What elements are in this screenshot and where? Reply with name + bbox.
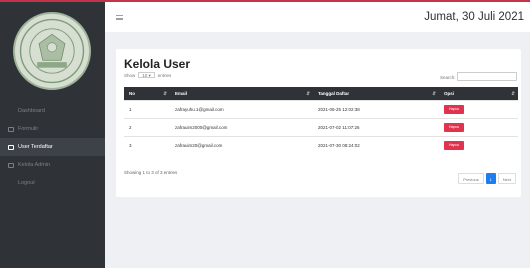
table-row: 2 zafrauim2000@gmail.com 2021-07-02 11:0…: [124, 117, 518, 136]
cell-no: 3: [124, 135, 170, 154]
table-row: 1 zafrayuhu.1@gmail.com 2021-06-25 12:02…: [124, 99, 518, 118]
sidebar-item-label: Dashboard: [18, 108, 45, 114]
cell-action: Hapus: [439, 117, 518, 136]
sidebar-item-label: Formulir: [18, 126, 39, 132]
entries-select[interactable]: 10 ▾: [138, 72, 155, 78]
sort-icon: ⇵: [163, 91, 167, 96]
sidebar-item-dashboard[interactable]: Dashboard: [0, 102, 105, 120]
cell-no: 1: [124, 99, 170, 118]
entries-length-control: Show 10 ▾ entries: [124, 72, 171, 78]
column-label: No: [129, 90, 135, 96]
sidebar-item-label: User Terdaftar: [18, 144, 53, 150]
search-input[interactable]: [457, 72, 517, 81]
kelola-user-card: Kelola User Show 10 ▾ entries Search: No…: [116, 49, 521, 197]
sidebar-item-logout[interactable]: Logout: [0, 174, 105, 192]
sidebar-item-label: Kelola Admin: [18, 162, 51, 168]
sidebar-item-user-terdaftar[interactable]: User Terdaftar: [0, 138, 105, 156]
table-info: Showing 1 to 3 of 3 entries: [124, 170, 178, 175]
list-icon: [8, 144, 14, 150]
pagination-previous[interactable]: Previous: [458, 173, 484, 184]
entries-label: entries: [157, 72, 172, 78]
sort-icon: ⇵: [306, 91, 310, 96]
cell-date: 2021-07-02 11:07:26: [313, 117, 439, 136]
current-date: Jumat, 30 Juli 2021: [424, 11, 524, 23]
users-table: No ⇵ Email ⇵ Tanggal Daftar ⇵ Opsi ⇵ 1 zafra…: [124, 87, 518, 154]
cell-email: zafrayuhu.1@gmail.com: [170, 99, 313, 118]
delete-button[interactable]: Hapus: [444, 104, 464, 114]
delete-button[interactable]: Hapus: [444, 140, 464, 150]
cell-date: 2021-07-30 08:24:02: [313, 135, 439, 154]
sidebar: Dashboard Formulir User Terdaftar Kelola…: [0, 2, 105, 268]
cell-no: 2: [124, 117, 170, 136]
cell-date: 2021-06-25 12:02:38: [313, 99, 439, 118]
sidebar-item-kelola-admin[interactable]: Kelola Admin: [0, 156, 105, 174]
column-header-opsi[interactable]: Opsi ⇵: [439, 87, 518, 100]
school-logo: [13, 12, 91, 90]
delete-button[interactable]: Hapus: [444, 122, 464, 132]
sort-icon: ⇵: [432, 91, 436, 96]
cell-action: Hapus: [439, 135, 518, 154]
pagination: Previous 1 Next: [458, 173, 516, 184]
sidebar-item-formulir[interactable]: Formulir: [0, 120, 105, 138]
show-label: Show: [124, 72, 136, 78]
topbar: Jumat, 30 Juli 2021: [105, 2, 530, 32]
search-label: Search:: [440, 75, 456, 80]
column-label: Tanggal Daftar: [318, 90, 350, 96]
admin-icon: [8, 162, 14, 168]
cell-action: Hapus: [439, 99, 518, 118]
column-header-email[interactable]: Email ⇵: [170, 87, 313, 100]
pagination-page-1[interactable]: 1: [485, 173, 496, 184]
form-icon: [8, 126, 14, 132]
column-label: Email: [175, 90, 188, 96]
column-header-no[interactable]: No ⇵: [124, 87, 170, 100]
sort-icon: ⇵: [511, 91, 515, 96]
table-row: 3 zafrauim20@gmail.com 2021-07-30 08:24:…: [124, 135, 518, 154]
column-header-tanggal[interactable]: Tanggal Daftar ⇵: [313, 87, 439, 100]
sidebar-item-label: Logout: [18, 180, 35, 186]
cell-email: zafrauim2000@gmail.com: [170, 117, 313, 136]
column-label: Opsi: [444, 90, 455, 96]
entries-select-value: 10: [142, 73, 148, 78]
menu-icon[interactable]: [116, 15, 123, 20]
sidebar-nav: Dashboard Formulir User Terdaftar Kelola…: [0, 102, 105, 192]
cell-email: zafrauim20@gmail.com: [170, 135, 313, 154]
page-title: Kelola User: [124, 57, 191, 71]
pagination-next[interactable]: Next: [497, 173, 516, 184]
